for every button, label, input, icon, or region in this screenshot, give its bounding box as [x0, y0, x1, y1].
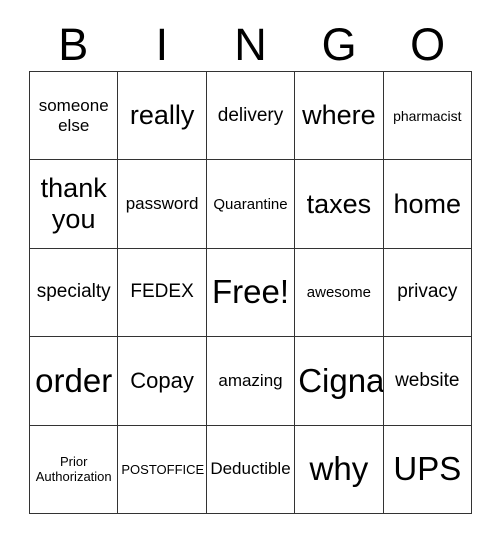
bingo-cell-label: really — [129, 100, 195, 131]
bingo-cell-r2c1[interactable]: thank you — [30, 160, 119, 249]
bingo-cell-r2c5[interactable]: home — [383, 160, 472, 249]
bingo-cell-label: taxes — [306, 188, 372, 219]
bingo-card: B I N G O someone else really delivery w… — [0, 0, 500, 544]
header-letter-i: I — [155, 19, 169, 70]
bingo-cell-r4c4[interactable]: Cigna — [295, 337, 384, 426]
bingo-cell-label: password — [125, 194, 199, 214]
bingo-cell-label: why — [309, 450, 369, 488]
bingo-cell-r3c4[interactable]: awesome — [295, 248, 384, 338]
header-letter-o: O — [410, 19, 446, 70]
bingo-grid: someone else really delivery where pharm… — [29, 71, 472, 514]
bingo-cell-label: POSTOFFICE — [121, 461, 205, 477]
bingo-cell-label: specialty — [36, 281, 111, 303]
bingo-cell-r2c4[interactable]: taxes — [295, 160, 384, 249]
bingo-cell-label: Prior Authorization — [35, 454, 112, 485]
bingo-header: B I N G O — [29, 18, 472, 68]
bingo-cell-r1c5[interactable]: pharmacist — [383, 72, 472, 161]
bingo-cell-r4c3[interactable]: amazing — [206, 337, 296, 426]
bingo-cell-label: UPS — [393, 450, 462, 488]
bingo-cell-label: Cigna — [298, 361, 384, 399]
header-letter-g: G — [321, 19, 357, 70]
bingo-cell-r3c2[interactable]: FEDEX — [118, 248, 207, 338]
bingo-cell-label: FEDEX — [130, 281, 194, 303]
bingo-cell-r1c2[interactable]: really — [118, 72, 207, 161]
bingo-cell-label: website — [395, 369, 460, 391]
bingo-cell-r1c4[interactable]: where — [295, 72, 384, 161]
bingo-cell-label: order — [35, 361, 113, 399]
bingo-cell-r1c3[interactable]: delivery — [206, 72, 296, 161]
bingo-cell-label: pharmacist — [393, 107, 462, 124]
bingo-cell-label: Copay — [130, 367, 194, 393]
bingo-cell-r1c1[interactable]: someone else — [30, 72, 119, 161]
bingo-cell-r2c3[interactable]: Quarantine — [206, 160, 296, 249]
bingo-cell-label: Deductible — [210, 459, 291, 479]
bingo-cell-label: Quarantine — [213, 195, 288, 213]
bingo-cell-label: delivery — [217, 104, 284, 126]
bingo-cell-r4c2[interactable]: Copay — [118, 337, 207, 426]
bingo-cell-r5c1[interactable]: Prior Authorization — [30, 425, 119, 514]
bingo-cell-r4c5[interactable]: website — [383, 337, 472, 426]
bingo-cell-label: home — [393, 188, 462, 219]
bingo-cell-r4c1[interactable]: order — [30, 337, 119, 426]
bingo-cell-r2c2[interactable]: password — [118, 160, 207, 249]
bingo-cell-label: someone else — [38, 95, 109, 135]
bingo-cell-label: Free! — [211, 273, 289, 311]
bingo-cell-label: where — [302, 100, 376, 131]
bingo-cell-r3c1[interactable]: specialty — [30, 248, 119, 338]
bingo-cell-r5c3[interactable]: Deductible — [206, 425, 296, 514]
bingo-cell-r5c5[interactable]: UPS — [383, 425, 472, 514]
header-letter-b: B — [58, 19, 89, 70]
bingo-cell-free-space[interactable]: Free! — [206, 248, 296, 338]
bingo-cell-label: privacy — [397, 281, 458, 303]
bingo-cell-r3c5[interactable]: privacy — [383, 248, 472, 338]
header-letter-n: N — [234, 19, 267, 70]
bingo-cell-label: awesome — [306, 283, 371, 301]
bingo-cell-label: thank you — [40, 173, 107, 235]
bingo-cell-r5c2[interactable]: POSTOFFICE — [118, 425, 207, 514]
bingo-cell-r5c4[interactable]: why — [295, 425, 384, 514]
bingo-cell-label: amazing — [218, 370, 283, 390]
